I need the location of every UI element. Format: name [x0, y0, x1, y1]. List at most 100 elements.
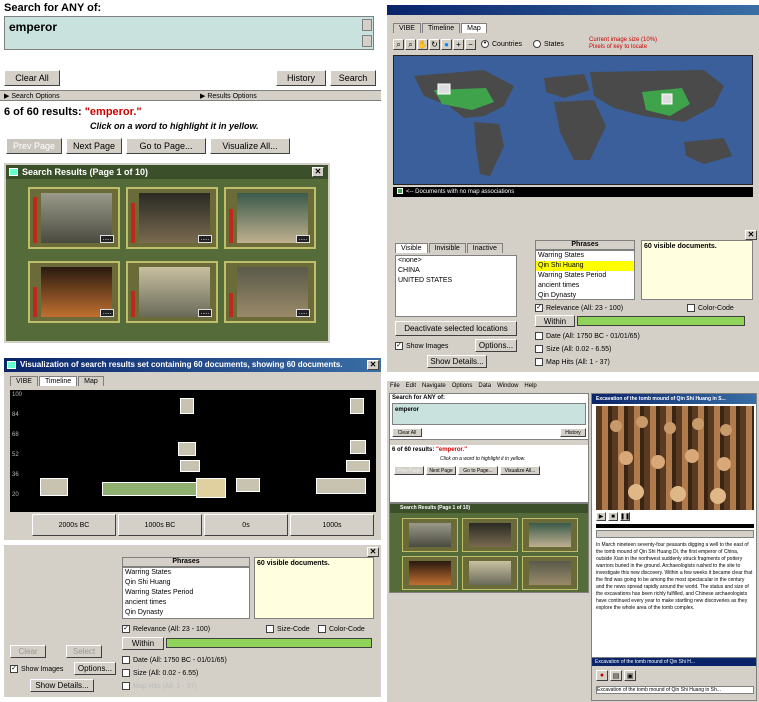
mini-next-page-button[interactable]: Next Page [426, 466, 456, 475]
result-thumbnail[interactable]: ..... [224, 261, 316, 323]
menu-window[interactable]: Window [497, 383, 518, 389]
options-button[interactable]: Options... [74, 662, 116, 675]
show-images-checkbox[interactable]: ✓ Show Images [395, 342, 448, 350]
mini-result-thumbnail[interactable] [462, 556, 518, 590]
media-progress[interactable] [596, 524, 754, 528]
search-options-toggle[interactable]: ▶ Search Options [4, 91, 60, 101]
tab-inactive[interactable]: Inactive [466, 243, 503, 253]
close-icon[interactable]: ✕ [745, 230, 757, 240]
tab-timeline[interactable]: Timeline [421, 23, 461, 33]
record-icon[interactable]: ● [596, 670, 608, 681]
more-options-button[interactable]: ..... [198, 309, 212, 317]
mini-result-thumbnail[interactable] [522, 556, 578, 590]
more-options-button[interactable]: ..... [198, 235, 212, 243]
phrase-item[interactable]: Qin Dynasty [536, 291, 634, 299]
scroll-up-button[interactable] [362, 19, 372, 31]
axis-1000s[interactable]: 1000s [290, 514, 374, 536]
menu-file[interactable]: File [390, 383, 400, 389]
results-options-toggle[interactable]: ▶ Results Options [200, 91, 257, 101]
play-icon[interactable]: ▶ [596, 512, 606, 521]
axis-0s[interactable]: 0s [204, 514, 288, 536]
prev-page-button[interactable]: Prev Page [6, 138, 62, 154]
search-input[interactable]: emperor [4, 16, 374, 50]
globe-icon[interactable]: ● [441, 39, 452, 50]
size-checkbox[interactable]: Size (All: 0.02 - 6.55) [535, 345, 611, 353]
size-checkbox[interactable]: Size (All: 0.02 - 6.55) [122, 669, 198, 677]
phrase-item[interactable]: Warring States [536, 251, 634, 261]
color-code-checkbox[interactable]: Color-Code [687, 304, 734, 312]
minus-icon[interactable]: − [465, 39, 476, 50]
go-to-page-button[interactable]: Go to Page... [126, 138, 206, 154]
tab-vibe[interactable]: VIBE [10, 376, 38, 386]
map-hits-checkbox[interactable]: Map Hits (All: 1 - 37) [535, 358, 610, 366]
mini-results-term[interactable]: "emperor." [436, 447, 467, 453]
mini-clear-all-button[interactable]: Clear All [392, 428, 422, 437]
deactivate-button[interactable]: Deactivate selected locations [395, 321, 517, 336]
phrase-item[interactable]: Warring States Period [123, 588, 249, 598]
menu-help[interactable]: Help [524, 383, 536, 389]
phrases-list[interactable]: Warring States Qin Shi Huang Warring Sta… [535, 250, 635, 300]
phrase-item-highlighted[interactable]: Qin Shi Huang [536, 261, 634, 271]
date-checkbox[interactable]: Date (All: 1750 BC - 01/01/65) [535, 332, 640, 340]
menu-edit[interactable]: Edit [406, 383, 416, 389]
close-icon[interactable]: ✕ [367, 547, 379, 557]
more-options-button[interactable]: ..... [296, 235, 310, 243]
close-icon[interactable]: ✕ [312, 167, 324, 177]
locations-list[interactable]: <none> CHINA UNITED STATES [395, 255, 517, 317]
phrase-item[interactable]: Warring States Period [536, 271, 634, 281]
countries-radio[interactable]: • Countries [481, 40, 522, 48]
timeline-doc[interactable] [236, 478, 260, 492]
location-item[interactable]: CHINA [396, 266, 516, 276]
timeline-doc[interactable] [350, 440, 366, 454]
mini-result-thumbnail[interactable] [402, 556, 458, 590]
mini-go-to-page-button[interactable]: Go to Page... [458, 466, 498, 475]
select-button[interactable]: Select [66, 645, 102, 658]
axis-1000s-bc[interactable]: 1000s BC [118, 514, 202, 536]
timeline-doc[interactable] [178, 442, 196, 456]
timeline-plot[interactable]: 100 84 68 52 36 20 [10, 390, 376, 512]
phrase-item[interactable]: Qin Shi Huang [123, 578, 249, 588]
mini-search-input[interactable]: emperor [392, 403, 586, 425]
tab-invisible[interactable]: Invisible [428, 243, 466, 253]
map-hits-checkbox[interactable]: Map Hits (All: 1 - 37) [122, 682, 197, 690]
scroll-down-button[interactable] [362, 35, 372, 47]
clear-button[interactable]: Clear [10, 645, 46, 658]
result-thumbnail[interactable]: ..... [224, 187, 316, 249]
phrases-list[interactable]: Warring States Qin Shi Huang Warring Sta… [122, 567, 250, 619]
mini-history-button[interactable]: History [560, 428, 586, 437]
size-code-checkbox[interactable]: Size-Code [266, 625, 310, 633]
pause-icon[interactable]: ❚❚ [620, 512, 630, 521]
menu-options[interactable]: Options [452, 383, 473, 389]
location-item[interactable]: UNITED STATES [396, 276, 516, 286]
zoom-out-icon[interactable]: ⌕ [405, 39, 416, 50]
timeline-doc[interactable] [180, 398, 194, 414]
menu-navigate[interactable]: Navigate [422, 383, 446, 389]
color-code-checkbox[interactable]: Color-Code [318, 625, 365, 633]
plus-icon[interactable]: + [453, 39, 464, 50]
more-options-button[interactable]: ..... [296, 309, 310, 317]
result-thumbnail[interactable]: ..... [28, 187, 120, 249]
tab-vibe[interactable]: VIBE [393, 23, 421, 33]
document-icon[interactable]: ▤ [610, 670, 622, 681]
phrase-item[interactable]: Qin Dynasty [123, 608, 249, 618]
phrase-item[interactable]: Warring States [123, 568, 249, 578]
search-button[interactable]: Search [330, 70, 376, 86]
tab-timeline[interactable]: Timeline [38, 376, 78, 386]
hand-icon[interactable]: ✋ [417, 39, 428, 50]
options-button[interactable]: Options... [475, 339, 517, 352]
relevance-slider[interactable] [166, 638, 372, 648]
timeline-doc[interactable] [316, 478, 366, 494]
result-thumbnail[interactable]: ..... [28, 261, 120, 323]
menu-data[interactable]: Data [478, 383, 491, 389]
tab-map[interactable]: Map [78, 376, 104, 386]
more-options-button[interactable]: ..... [100, 309, 114, 317]
mini-prev-page-button[interactable]: Prev Page [394, 466, 424, 475]
refresh-icon[interactable]: ↻ [429, 39, 440, 50]
media-timeline[interactable] [596, 530, 754, 538]
mini-visualize-all-button[interactable]: Visualize All... [500, 466, 540, 475]
timeline-doc[interactable] [196, 478, 226, 498]
show-details-button[interactable]: Show Details... [30, 679, 94, 692]
show-images-checkbox[interactable]: ✓ Show Images [10, 665, 63, 673]
stop-icon[interactable]: ■ [608, 512, 618, 521]
history-button[interactable]: History [276, 70, 326, 86]
